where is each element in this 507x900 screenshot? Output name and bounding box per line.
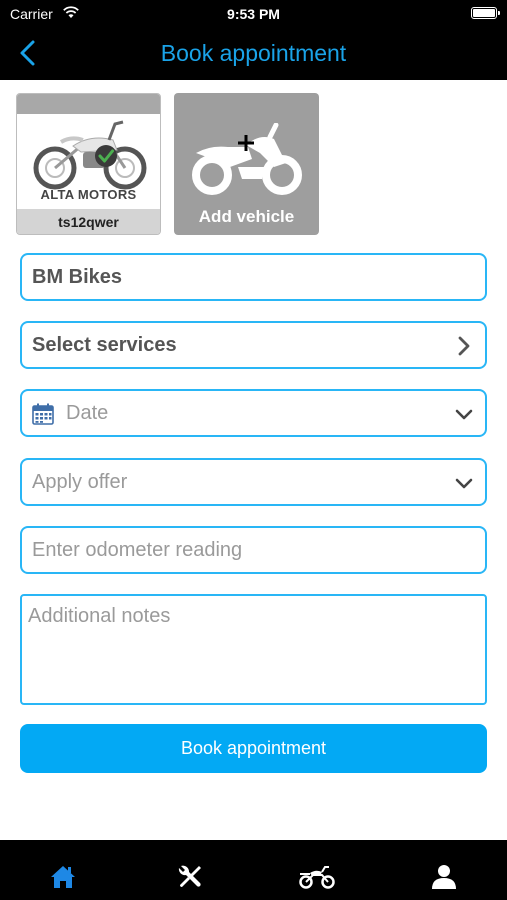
select-services-field[interactable]: Select services	[20, 321, 487, 369]
navigation-bar: Book appointment	[0, 28, 507, 80]
add-vehicle-button[interactable]: Add vehicle	[174, 93, 319, 235]
profile-icon	[432, 865, 456, 889]
vehicle-brand: ALTA MOTORS	[40, 187, 137, 202]
tab-services[interactable]	[127, 840, 253, 900]
date-field[interactable]: Date	[20, 389, 487, 437]
motorcycle-icon	[299, 866, 335, 889]
vehicle-plate: ts12qwer	[17, 209, 160, 234]
battery-icon	[471, 7, 500, 19]
status-bar: Carrier 9:53 PM	[0, 0, 507, 28]
apply-offer-placeholder: Apply offer	[32, 471, 128, 493]
vehicle-card-header	[17, 94, 160, 114]
calendar-icon	[32, 403, 54, 425]
book-appointment-button[interactable]: Book appointment	[20, 724, 487, 773]
tab-vehicles[interactable]	[254, 840, 380, 900]
odometer-input[interactable]: Enter odometer reading	[20, 526, 487, 574]
add-motorcycle-icon	[192, 123, 302, 195]
tab-profile[interactable]	[381, 840, 507, 900]
page-title: Book appointment	[160, 40, 347, 66]
garage-field[interactable]: BM Bikes	[20, 253, 487, 301]
add-vehicle-label: Add vehicle	[198, 207, 295, 226]
additional-notes-textarea[interactable]: Additional notes	[20, 594, 487, 705]
chevron-down-icon	[455, 478, 473, 489]
select-services-label: Select services	[32, 334, 177, 356]
garage-value: BM Bikes	[32, 266, 123, 288]
date-placeholder: Date	[66, 402, 109, 424]
tab-bar	[0, 840, 507, 900]
apply-offer-field[interactable]: Apply offer	[20, 458, 487, 506]
tools-icon	[178, 865, 201, 887]
home-icon	[51, 866, 75, 888]
vehicle-card[interactable]: ALTA MOTORS ts12qwer	[16, 93, 161, 235]
dirt-bike-image	[33, 120, 147, 190]
notes-placeholder: Additional notes	[28, 605, 171, 627]
tab-home[interactable]	[0, 840, 126, 900]
odometer-placeholder: Enter odometer reading	[32, 539, 243, 561]
chevron-down-icon	[455, 409, 473, 420]
chevron-right-icon	[458, 336, 470, 356]
clock: 9:53 PM	[227, 6, 280, 22]
